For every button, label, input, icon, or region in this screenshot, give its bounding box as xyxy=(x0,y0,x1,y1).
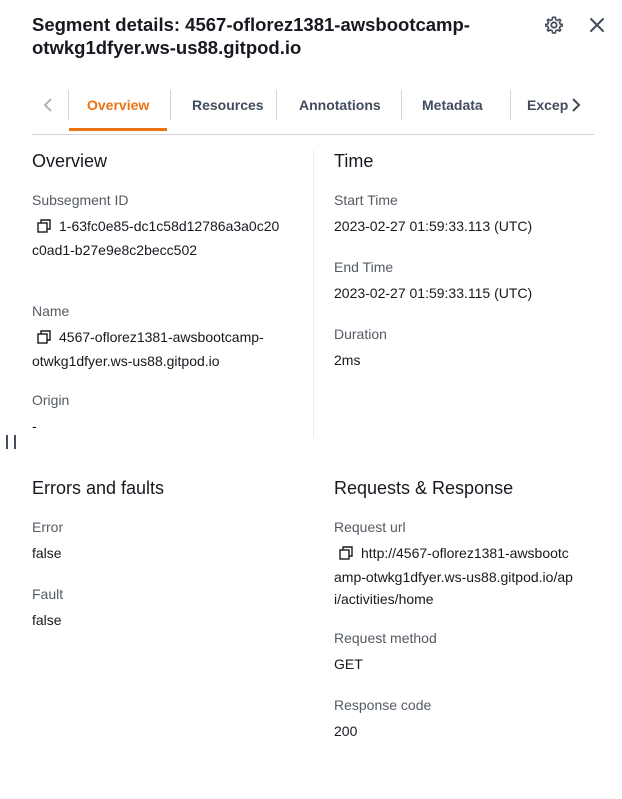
panel-title: Segment details: 4567-oflorez1381-awsboo… xyxy=(32,14,470,58)
request-method-value: GET xyxy=(334,656,363,672)
copy-icon[interactable] xyxy=(339,544,353,566)
overview-heading: Overview xyxy=(32,151,108,171)
response-code-value: 200 xyxy=(334,723,358,739)
resize-handle[interactable] xyxy=(6,435,16,449)
origin-label: Origin xyxy=(32,392,70,408)
request-url-label: Request url xyxy=(334,519,406,535)
name-text: 4567-oflorez1381-awsbootcamp-otwkg1dfyer… xyxy=(32,329,264,369)
subsegment-id-value: 1-63fc0e85-dc1c58d12786a3a0c20c0ad1-b27e… xyxy=(32,215,282,261)
tab-resources[interactable]: Resources xyxy=(174,87,282,131)
column-divider xyxy=(313,150,314,438)
close-icon[interactable] xyxy=(587,15,607,35)
gear-icon[interactable] xyxy=(544,15,564,35)
tab-metadata[interactable]: Metadata xyxy=(404,87,501,131)
request-method-label: Request method xyxy=(334,630,437,646)
request-url-text: http://4567-oflorez1381-awsbootcamp-otwk… xyxy=(334,545,573,607)
response-code-label: Response code xyxy=(334,697,432,713)
copy-icon[interactable] xyxy=(37,217,51,239)
fault-label: Fault xyxy=(32,586,64,602)
duration-value: 2ms xyxy=(334,352,361,368)
end-time-label: End Time xyxy=(334,259,394,275)
request-url-value: http://4567-oflorez1381-awsbootcamp-otwk… xyxy=(334,542,574,610)
subsegment-id-label: Subsegment ID xyxy=(32,192,129,208)
name-value: 4567-oflorez1381-awsbootcamp-otwkg1dfyer… xyxy=(32,326,292,372)
subsegment-id-text: 1-63fc0e85-dc1c58d12786a3a0c20c0ad1-b27e… xyxy=(32,218,280,258)
tab-list: Overview Resources Annotations Metadata … xyxy=(68,87,568,133)
tab-overview[interactable]: Overview xyxy=(69,87,168,131)
chevron-right-icon[interactable] xyxy=(565,95,587,115)
end-time-value: 2023-02-27 01:59:33.115 (UTC) xyxy=(334,285,533,301)
copy-icon[interactable] xyxy=(37,328,51,350)
start-time-value: 2023-02-27 01:59:33.113 (UTC) xyxy=(334,218,533,234)
requests-heading: Requests & Response xyxy=(334,478,514,498)
duration-label: Duration xyxy=(334,326,387,342)
tab-annotations[interactable]: Annotations xyxy=(281,87,399,131)
time-heading: Time xyxy=(334,151,374,171)
errors-heading: Errors and faults xyxy=(32,478,165,498)
fault-value: false xyxy=(32,612,62,628)
error-value: false xyxy=(32,545,62,561)
tab-bar: Overview Resources Annotations Metadata … xyxy=(32,87,594,135)
origin-value: - xyxy=(32,418,37,434)
tab-exceptions[interactable]: Exceptions xyxy=(509,87,568,131)
error-label: Error xyxy=(32,519,64,535)
name-label: Name xyxy=(32,303,70,319)
chevron-left-icon[interactable] xyxy=(37,95,59,115)
start-time-label: Start Time xyxy=(334,192,398,208)
